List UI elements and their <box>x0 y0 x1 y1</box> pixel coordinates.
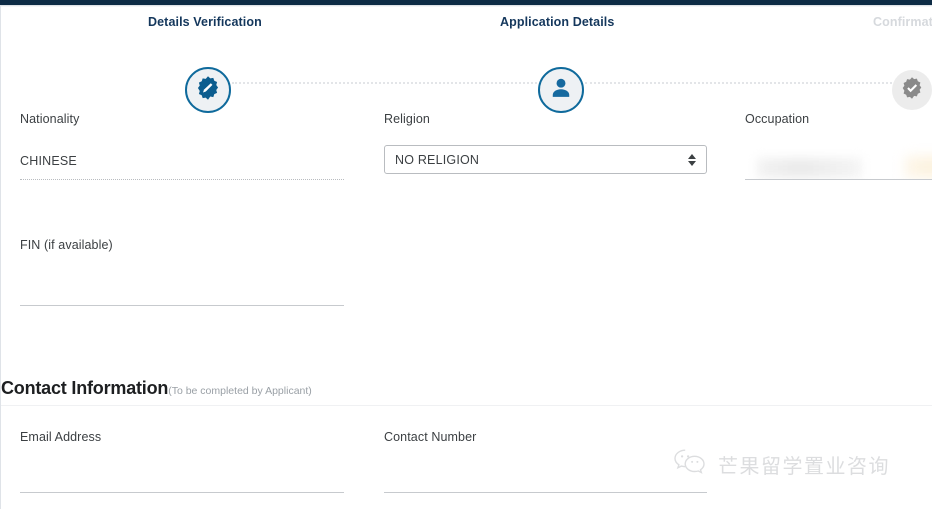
field-fin: FIN (if available) <box>20 238 344 306</box>
fin-label: FIN (if available) <box>20 238 344 252</box>
step-indicator-application-details[interactable] <box>538 67 584 113</box>
watermark-text: 芒果留学置业咨询 <box>718 450 890 479</box>
field-contact-number: Contact Number <box>384 430 707 493</box>
section-divider <box>1 405 932 406</box>
religion-selected-value: NO RELIGION <box>395 153 686 167</box>
step-indicator-confirmation[interactable] <box>892 70 932 110</box>
step-indicator-details-verification[interactable] <box>185 67 231 113</box>
field-occupation: Occupation <box>745 112 932 180</box>
step-label-confirmation: Confirmat <box>873 15 932 29</box>
occupation-value-row[interactable] <box>745 126 932 180</box>
verified-badge-icon <box>195 75 221 106</box>
contact-information-title: Contact Information <box>1 378 168 399</box>
progress-stepper: Details Verification Application Details… <box>0 7 932 112</box>
nationality-value: CHINESE <box>20 154 344 168</box>
field-nationality: Nationality CHINESE <box>20 112 344 180</box>
stepper-connector-1 <box>232 82 537 84</box>
chevron-updown-icon <box>686 154 698 166</box>
field-email-address: Email Address <box>20 430 344 493</box>
nationality-value-row: CHINESE <box>20 126 344 180</box>
occupation-redaction-overlay <box>757 158 862 178</box>
field-religion: Religion NO RELIGION <box>384 112 707 174</box>
fin-input[interactable] <box>20 252 344 306</box>
application-form-page: Details Verification Application Details… <box>0 0 932 509</box>
contact-information-heading: Contact Information (To be completed by … <box>1 378 312 399</box>
email-address-label: Email Address <box>20 430 344 444</box>
email-address-input[interactable] <box>20 444 344 493</box>
check-badge-icon <box>900 76 924 105</box>
occupation-redaction-overlay-2 <box>905 156 932 178</box>
nationality-label: Nationality <box>20 112 344 126</box>
religion-label: Religion <box>384 112 707 126</box>
contact-number-label: Contact Number <box>384 430 707 444</box>
step-label-details-verification: Details Verification <box>148 15 262 29</box>
step-label-application-details: Application Details <box>500 15 614 29</box>
religion-select[interactable]: NO RELIGION <box>384 145 707 174</box>
contact-number-input[interactable] <box>384 444 707 493</box>
occupation-label: Occupation <box>745 112 932 126</box>
contact-information-note: (To be completed by Applicant) <box>168 385 312 397</box>
person-icon <box>548 75 574 106</box>
stepper-connector-2 <box>585 82 892 84</box>
